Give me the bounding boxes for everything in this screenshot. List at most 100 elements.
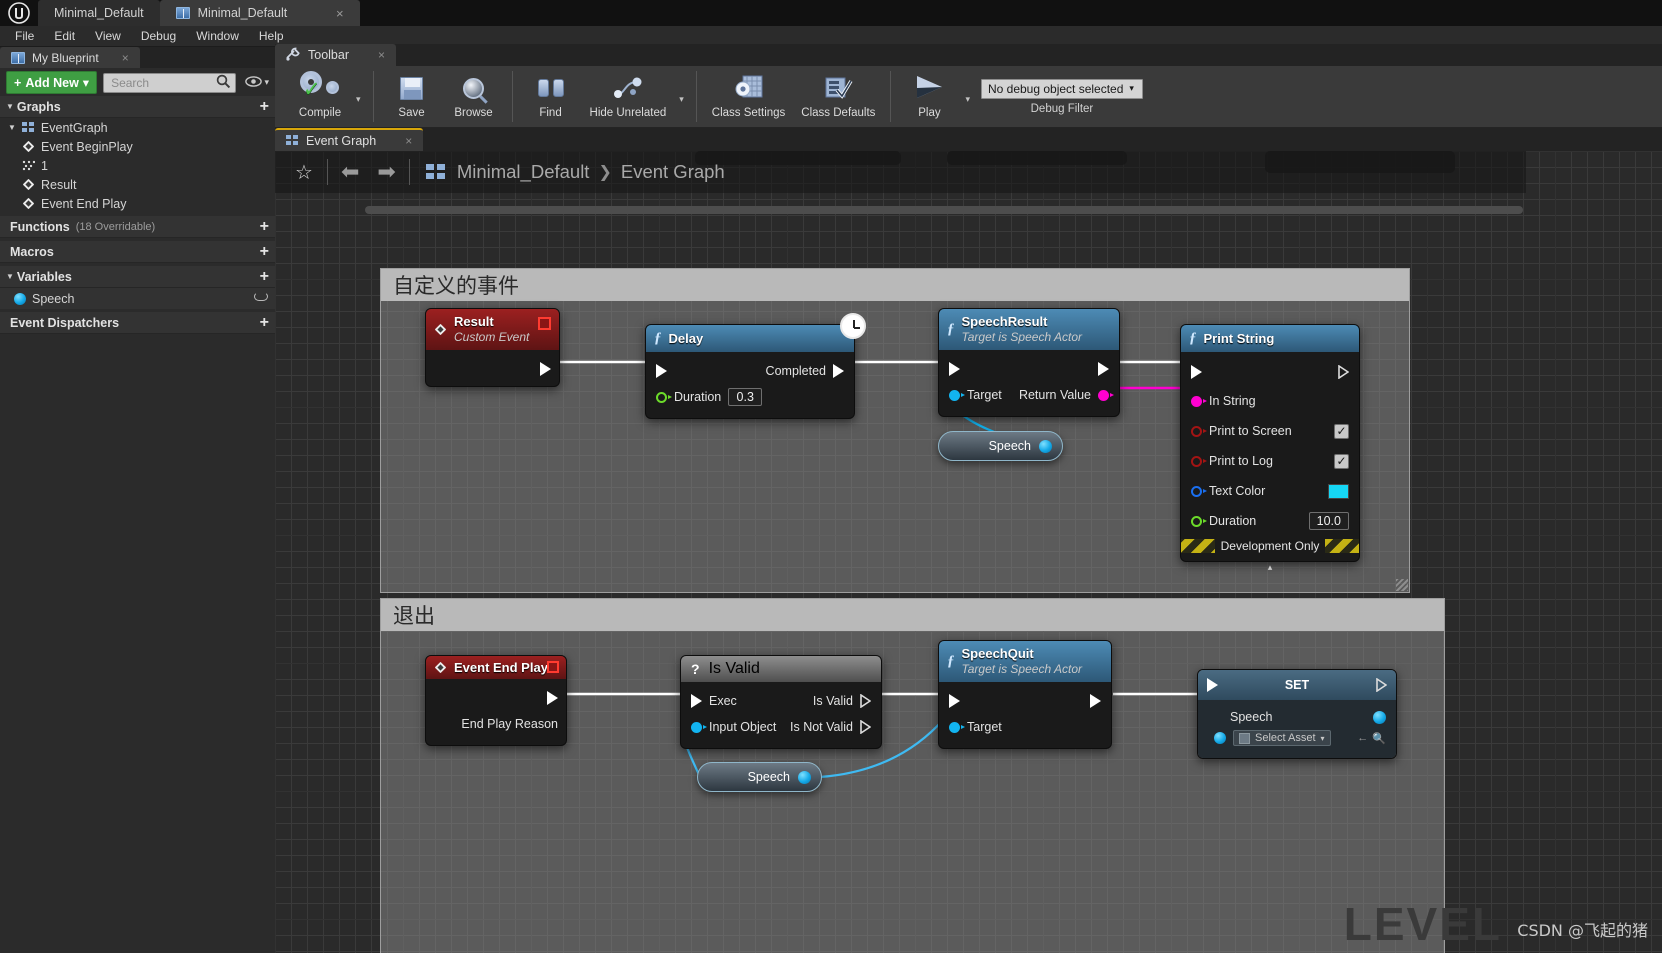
event-graph-canvas[interactable]: ☆ ⬅ ➡ Minimal_Default ❯ Event Graph 自定义的…	[275, 151, 1662, 953]
exec-input-pin[interactable]	[1191, 365, 1202, 379]
save-button[interactable]: Save	[381, 66, 443, 127]
return-value-output-pin[interactable]	[1098, 389, 1114, 401]
comment-exit[interactable]: 退出	[380, 598, 1445, 953]
tree-item-1[interactable]: 1	[0, 156, 275, 175]
resize-handle[interactable]	[1396, 579, 1408, 591]
result-custom-event-node[interactable]: Result Custom Event	[425, 308, 560, 388]
object-output-pin[interactable]	[1039, 439, 1052, 453]
menu-item-debug[interactable]: Debug	[132, 27, 185, 45]
speech-getter-node-top[interactable]: Speech	[938, 431, 1063, 461]
close-icon[interactable]: ×	[378, 48, 385, 62]
target-input-pin[interactable]	[949, 721, 965, 733]
breadcrumb-leaf[interactable]: Event Graph	[621, 161, 725, 183]
section-header-macros[interactable]: Macros +	[0, 241, 275, 263]
exec-input-pin[interactable]	[949, 694, 960, 709]
print-string-node[interactable]: ƒ Print String In String Print to Screen…	[1180, 324, 1360, 572]
exec-input-pin[interactable]	[949, 362, 960, 377]
exec-output-pin-is-valid[interactable]	[860, 694, 871, 708]
is-valid-node[interactable]: ? Is Valid Exec Is Valid Input Object Is…	[680, 655, 882, 749]
tree-item-event-end-play[interactable]: Event End Play	[0, 194, 275, 213]
event-delegate-pin[interactable]	[538, 317, 551, 330]
target-input-pin[interactable]	[949, 389, 965, 401]
event-end-play-node[interactable]: Event End Play End Play Reason	[425, 655, 567, 746]
object-input-pin[interactable]	[1214, 732, 1226, 744]
exec-output-pin-completed[interactable]	[833, 364, 844, 378]
object-output-pin[interactable]	[1373, 710, 1386, 724]
float-input-pin[interactable]	[656, 391, 672, 403]
variable-item-speech[interactable]: Speech	[0, 288, 275, 309]
section-header-graphs[interactable]: ▼ Graphs +	[0, 96, 275, 118]
play-options-caret[interactable]: ▾	[960, 94, 975, 105]
bool-input-pin[interactable]	[1191, 455, 1207, 467]
class-settings-button[interactable]: Class Settings	[704, 66, 794, 127]
find-button[interactable]: Find	[520, 66, 582, 127]
node-collapse-arrow[interactable]: ▴	[1181, 561, 1359, 573]
tree-item-result[interactable]: Result	[0, 175, 275, 194]
section-header-variables[interactable]: ▼ Variables +	[0, 266, 275, 288]
bool-input-pin[interactable]	[1191, 425, 1207, 437]
search-box[interactable]	[103, 72, 237, 93]
close-icon[interactable]: ×	[122, 51, 129, 65]
speech-result-node[interactable]: ƒ SpeechResult Target is Speech Actor Ta…	[938, 308, 1120, 418]
add-new-button[interactable]: + Add New ▾	[6, 71, 98, 94]
hide-unrelated-caret[interactable]: ▾	[674, 94, 689, 105]
exec-output-pin[interactable]	[540, 362, 551, 377]
in-string-input-pin[interactable]	[1191, 395, 1207, 407]
hide-unrelated-button[interactable]: Hide Unrelated	[582, 66, 675, 127]
exec-output-pin[interactable]	[547, 691, 558, 705]
forward-arrow-icon[interactable]: ➡	[368, 159, 404, 185]
add-variable-button[interactable]: +	[260, 268, 269, 285]
exec-output-pin[interactable]	[1338, 365, 1349, 379]
exec-input-pin[interactable]	[1207, 678, 1218, 692]
float-input-pin[interactable]	[1191, 515, 1207, 527]
menu-item-file[interactable]: File	[6, 27, 43, 45]
window-tab-level[interactable]: Minimal_Default	[38, 0, 160, 26]
browse-button[interactable]: Browse	[443, 66, 505, 127]
breadcrumb-root[interactable]: Minimal_Default	[457, 161, 590, 183]
compile-options-caret[interactable]: ▾	[351, 94, 366, 105]
set-speech-node[interactable]: SET Speech Select Asset ▾ ← 🔍	[1197, 669, 1397, 759]
compile-button[interactable]: ✓ Compile	[289, 66, 351, 127]
menu-item-view[interactable]: View	[86, 27, 130, 45]
object-output-pin[interactable]	[798, 770, 811, 784]
visibility-options-button[interactable]: ▾	[242, 75, 269, 90]
exec-input-pin[interactable]	[656, 364, 667, 378]
exec-input-pin[interactable]	[691, 694, 702, 708]
text-color-swatch[interactable]	[1328, 483, 1349, 499]
debug-object-select[interactable]: No debug object selected ▾	[980, 78, 1143, 99]
tree-item-eventgraph[interactable]: ▼ EventGraph	[0, 118, 275, 137]
print-to-log-checkbox[interactable]: ✓	[1334, 453, 1349, 469]
exec-output-pin[interactable]	[1090, 694, 1101, 709]
menu-item-window[interactable]: Window	[187, 27, 248, 45]
eye-icon[interactable]	[254, 292, 268, 301]
add-function-button[interactable]: +	[260, 218, 269, 235]
play-button[interactable]: Play	[898, 66, 960, 127]
event-delegate-pin[interactable]	[547, 661, 559, 673]
search-input[interactable]	[111, 75, 217, 90]
menu-item-edit[interactable]: Edit	[45, 27, 84, 45]
print-to-screen-checkbox[interactable]: ✓	[1334, 423, 1349, 439]
exec-output-pin-is-not-valid[interactable]	[860, 720, 871, 734]
close-icon[interactable]: ×	[405, 134, 412, 148]
menu-item-help[interactable]: Help	[250, 27, 293, 45]
class-defaults-button[interactable]: Class Defaults	[793, 66, 883, 127]
favorite-star-icon[interactable]: ☆	[285, 160, 323, 185]
search-icon[interactable]	[216, 74, 231, 92]
section-header-event-dispatchers[interactable]: Event Dispatchers +	[0, 312, 275, 334]
duration-value-input[interactable]: 0.3	[728, 388, 763, 406]
add-event-dispatcher-button[interactable]: +	[260, 314, 269, 331]
add-macro-button[interactable]: +	[260, 243, 269, 260]
delay-node[interactable]: ƒ Delay Completed Duration 0.3	[645, 313, 866, 419]
back-arrow-icon[interactable]: ⬅	[332, 159, 368, 185]
tab-toolbar[interactable]: Toolbar ×	[275, 44, 397, 66]
close-icon[interactable]: ×	[336, 6, 344, 21]
duration-value-input[interactable]: 10.0	[1308, 512, 1349, 530]
speech-getter-node-bottom[interactable]: Speech	[697, 762, 822, 792]
exec-output-pin[interactable]	[1098, 362, 1109, 377]
use-selected-icon[interactable]: ←	[1357, 732, 1368, 744]
tab-my-blueprint[interactable]: My Blueprint ×	[0, 47, 140, 68]
tree-item-event-beginplay[interactable]: Event BeginPlay	[0, 137, 275, 156]
add-graph-button[interactable]: +	[260, 98, 269, 115]
window-tab-blueprint[interactable]: Minimal_Default ×	[159, 0, 360, 26]
input-object-pin[interactable]	[691, 721, 707, 733]
